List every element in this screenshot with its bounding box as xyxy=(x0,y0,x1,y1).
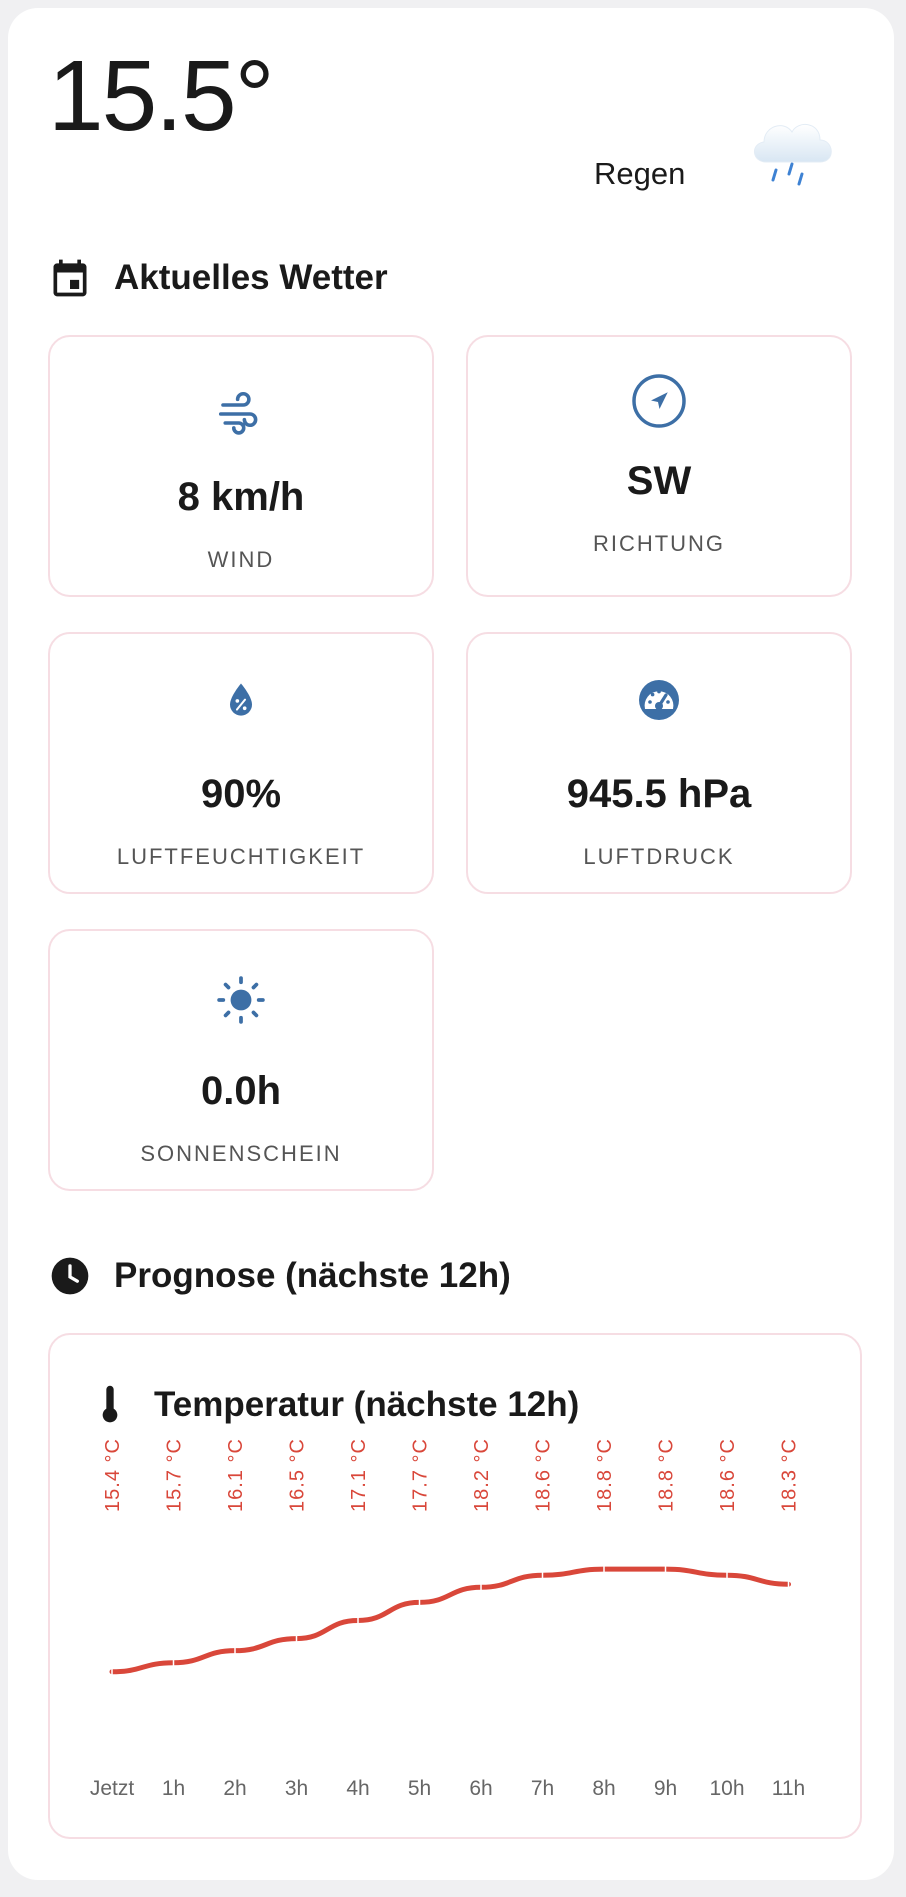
gauge-icon xyxy=(639,680,679,720)
current-temperature: 15.5° xyxy=(48,40,275,152)
calendar-icon xyxy=(53,259,87,297)
clock-icon xyxy=(51,1257,89,1295)
x-tick-label: 4h xyxy=(346,1777,369,1800)
data-label: 18.6 °C xyxy=(717,1438,739,1512)
data-label: 17.1 °C xyxy=(348,1438,370,1512)
pressure-value: 945.5 hPa xyxy=(566,772,752,816)
data-label: 16.5 °C xyxy=(287,1438,309,1512)
weather-card: 15.5° Regen Aktuelles Wetter 8 km/h WIND xyxy=(8,8,894,1880)
current-weather-heading: Aktuelles Wetter xyxy=(48,256,388,300)
x-tick-label: 9h xyxy=(654,1777,677,1800)
data-label: 16.1 °C xyxy=(225,1438,247,1512)
section-title: Aktuelles Wetter xyxy=(114,258,388,297)
wind-tile: 8 km/h WIND xyxy=(48,335,434,597)
pressure-label: LUFTDRUCK xyxy=(583,844,735,869)
temperature-line xyxy=(109,1566,791,1675)
sun-icon xyxy=(217,976,265,1024)
data-label: 18.3 °C xyxy=(779,1438,801,1512)
condition-label: Regen xyxy=(594,156,686,191)
data-label: 18.2 °C xyxy=(471,1438,493,1512)
wind-label: WIND xyxy=(207,547,275,572)
direction-tile: SW RICHTUNG xyxy=(466,335,852,597)
x-tick-label: 2h xyxy=(223,1777,246,1800)
wind-value: 8 km/h xyxy=(177,475,305,519)
sunshine-label: SONNENSCHEIN xyxy=(140,1141,342,1166)
x-tick-label: 1h xyxy=(162,1777,185,1800)
x-tick-label: 11h xyxy=(772,1777,805,1800)
compass-icon xyxy=(632,374,686,428)
x-tick-label: 6h xyxy=(469,1777,492,1800)
data-label: 18.8 °C xyxy=(656,1438,678,1512)
x-tick-label: Jetzt xyxy=(90,1777,135,1800)
direction-value: SW xyxy=(626,459,692,503)
x-tick-label: 7h xyxy=(531,1777,554,1800)
humidity-drop-icon xyxy=(230,683,252,716)
humidity-label: LUFTFEUCHTIGKEIT xyxy=(116,844,366,869)
data-label: 18.8 °C xyxy=(594,1438,616,1512)
data-label: 15.4 °C xyxy=(102,1438,124,1512)
temperature-chart-card: Temperatur (nächste 12h) 15.4 °C Jetzt 15.… xyxy=(48,1333,862,1839)
x-tick-label: 3h xyxy=(285,1777,308,1800)
sunshine-tile: 0.0h SONNENSCHEIN xyxy=(48,929,434,1191)
data-label: 15.7 °C xyxy=(164,1438,186,1512)
humidity-tile: 90% LUFTFEUCHTIGKEIT xyxy=(48,632,434,894)
data-label: 17.7 °C xyxy=(410,1438,432,1512)
wind-icon xyxy=(218,391,258,435)
forecast-heading: Prognose (nächste 12h) xyxy=(48,1254,511,1298)
direction-label: RICHTUNG xyxy=(592,531,726,556)
section-title: Prognose (nächste 12h) xyxy=(114,1256,511,1295)
data-label: 18.6 °C xyxy=(533,1438,555,1512)
sunshine-value: 0.0h xyxy=(200,1069,282,1113)
pressure-tile: 945.5 hPa LUFTDRUCK xyxy=(466,632,852,894)
humidity-value: 90% xyxy=(200,772,282,816)
x-tick-label: 5h xyxy=(408,1777,431,1800)
temperature-chart: 15.4 °C Jetzt 15.7 °C 1h 16.1 °C 2h 16.5 °C 3h 1… xyxy=(90,1438,805,1800)
x-tick-label: 10h xyxy=(709,1777,744,1800)
x-tick-label: 8h xyxy=(592,1777,615,1800)
rain-cloud-icon xyxy=(754,124,832,186)
